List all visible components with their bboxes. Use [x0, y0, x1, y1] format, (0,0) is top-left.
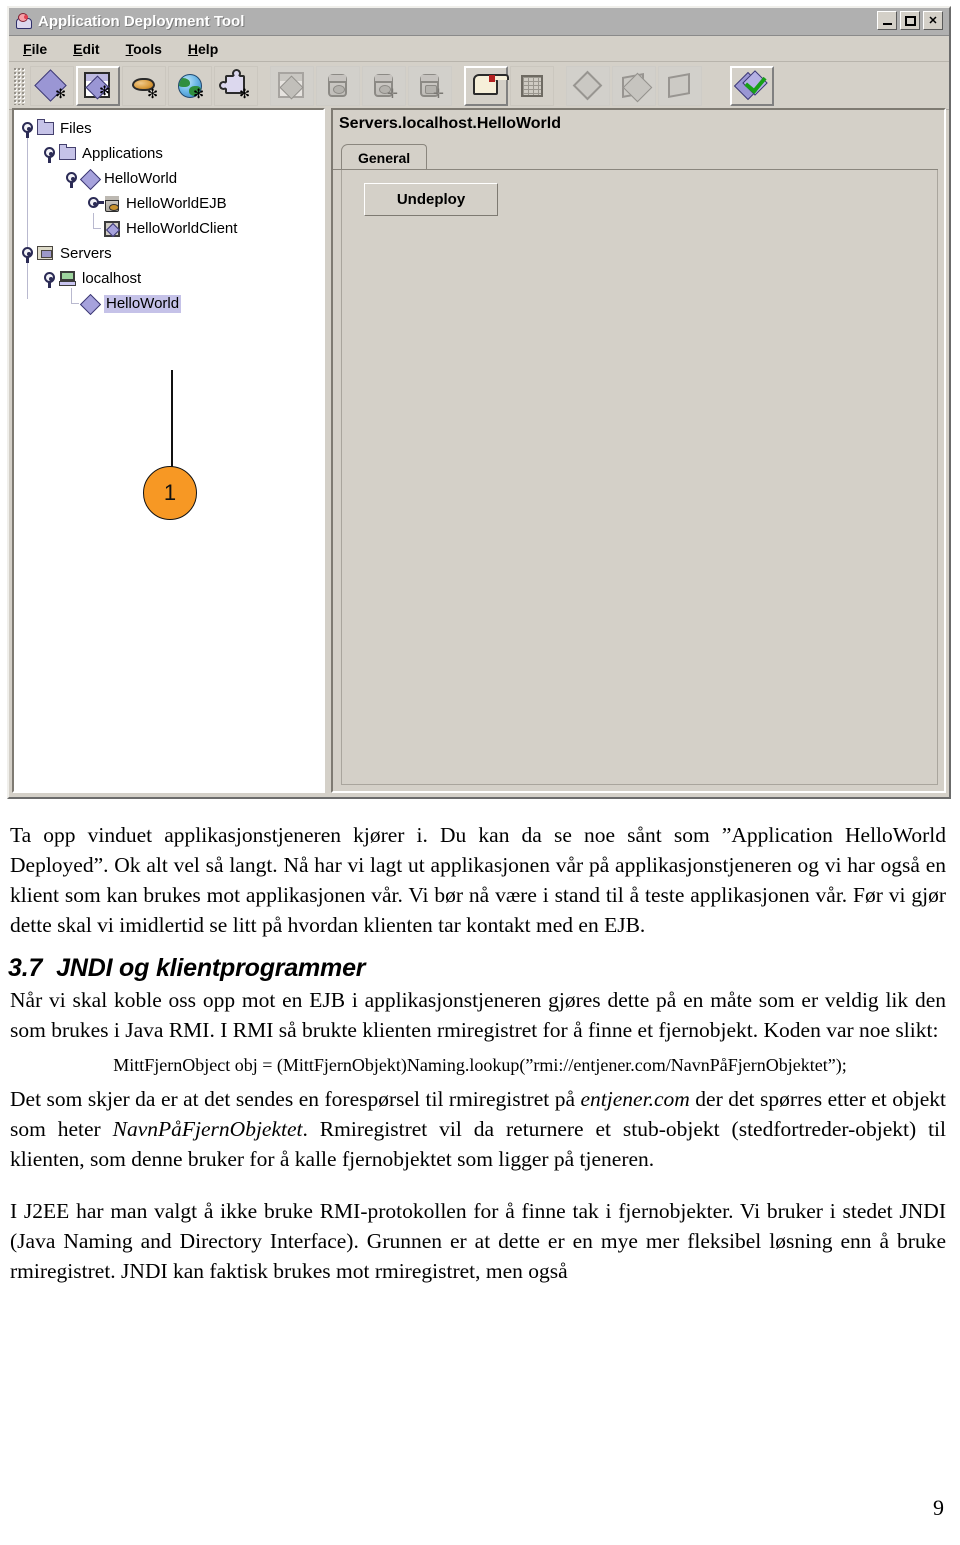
paragraph-3-part-a: Det som skjer da er at det sendes en for…: [10, 1087, 581, 1111]
section-heading: 3.7 JNDI og klientprogrammer: [0, 940, 960, 985]
open-folder-icon[interactable]: [464, 65, 509, 106]
expand-handle-icon[interactable]: [66, 172, 79, 188]
emphasis-entjener: entjener.com: [580, 1087, 690, 1111]
section-title: JNDI og klientprogrammer: [56, 954, 366, 982]
tree-node-servers[interactable]: Servers: [22, 241, 323, 266]
toolbar-drag-handle[interactable]: [13, 66, 26, 105]
add-ejb-jar-plus-icon: ✛: [362, 65, 406, 106]
main-content: Files Applications HelloWorld HelloWorld…: [12, 108, 946, 793]
detail-panel-title: Servers.localhost.HelloWorld: [339, 115, 561, 132]
menu-edit[interactable]: Edit: [73, 41, 99, 57]
menu-help-rest: elp: [198, 40, 219, 57]
tree-elbow-icon: [88, 213, 101, 235]
section-number: 3.7: [8, 954, 43, 982]
menu-file[interactable]: File: [23, 41, 47, 57]
toolbar-group-file: [463, 65, 555, 106]
menu-help[interactable]: Help: [188, 41, 218, 57]
minimize-button[interactable]: [877, 11, 897, 30]
tree-node-label: Files: [60, 119, 92, 137]
ejb-jar-icon: [102, 195, 122, 213]
tree-node-helloworld-app[interactable]: HelloWorld: [22, 166, 323, 191]
expand-handle-icon[interactable]: [22, 247, 35, 263]
grid-table-icon[interactable]: [510, 65, 554, 106]
expand-handle-icon[interactable]: [22, 122, 35, 138]
host-icon: [58, 270, 78, 288]
application-window: Application Deployment Tool ✕ File Edit …: [7, 6, 951, 799]
expand-handle-icon[interactable]: [44, 147, 57, 163]
paragraph-2: Når vi skal koble oss opp mot en EJB i a…: [10, 988, 946, 1042]
tree-node-label: Applications: [82, 144, 163, 162]
deploy-module-icon: [612, 65, 656, 106]
tabstrip: General: [341, 144, 938, 170]
new-web-component-icon[interactable]: ✻: [168, 65, 212, 106]
add-ejb-jar-icon: [316, 65, 360, 106]
deploy-tag-icon: [566, 65, 610, 106]
tree-node-files[interactable]: Files: [22, 116, 323, 141]
menu-file-rest: ile: [31, 40, 48, 57]
toolbar: ✻ ✻ ✻ ✻ ✻ ✛ ✛: [9, 62, 949, 110]
window-controls: ✕: [877, 11, 943, 30]
maximize-button[interactable]: [900, 11, 920, 30]
menu-tools[interactable]: Tools: [126, 41, 162, 57]
tree-node-label: HelloWorldClient: [126, 219, 238, 237]
tree-node-localhost[interactable]: localhost: [22, 266, 323, 291]
tree-panel[interactable]: Files Applications HelloWorld HelloWorld…: [12, 108, 325, 793]
duke-coffee-icon: [13, 12, 33, 31]
menubar: File Edit Tools Help: [9, 36, 949, 62]
verifier-icon[interactable]: [730, 65, 774, 106]
diamond-app-icon: [79, 293, 102, 315]
add-to-application-icon: [270, 65, 314, 106]
undeploy-button[interactable]: Undeploy: [364, 183, 498, 216]
window-titlebar: Application Deployment Tool ✕: [9, 8, 949, 36]
new-enterprise-bean-icon[interactable]: ✻: [122, 65, 166, 106]
paragraph-3: Det som skjer da er at det sendes en for…: [0, 1084, 960, 1174]
diamond-app-icon: [79, 168, 102, 190]
tree-node-label: localhost: [82, 269, 142, 287]
tree-node-label: Servers: [60, 244, 112, 262]
tree-node-helloworldclient[interactable]: HelloWorldClient: [22, 213, 323, 241]
callout-marker-1: 1: [143, 466, 197, 520]
tree-node-helloworld-deployed[interactable]: HelloWorld: [22, 288, 323, 316]
tree-node-helloworldejb[interactable]: HelloWorldEJB: [22, 191, 323, 216]
document-body: Ta opp vinduet applikasjonstjeneren kjør…: [0, 820, 960, 1286]
tab-pane-general: Undeploy: [341, 170, 938, 785]
paragraph-1: Ta opp vinduet applikasjonstjeneren kjør…: [10, 823, 946, 937]
close-button[interactable]: ✕: [923, 11, 943, 30]
emphasis-navnpaafjernobjektet: NavnPåFjernObjektet: [112, 1117, 303, 1141]
client-jar-icon: [102, 220, 122, 238]
tab-general[interactable]: General: [341, 144, 428, 170]
add-jar-module-icon: ✛: [408, 65, 452, 106]
paragraph-4: I J2EE har man valgt å ikke bruke RMI-pr…: [10, 1199, 946, 1283]
tree-node-applications[interactable]: Applications: [22, 141, 323, 166]
close-icon: ✕: [928, 15, 938, 27]
tree-elbow-icon: [66, 288, 79, 310]
expand-handle-icon[interactable]: [44, 272, 57, 288]
page-number: 9: [933, 1495, 944, 1520]
detail-panel: Servers.localhost.HelloWorld General Und…: [331, 108, 946, 793]
folder-icon: [58, 143, 78, 163]
tree-node-label: HelloWorldEJB: [126, 194, 227, 212]
folder-icon: [36, 118, 56, 138]
new-application-client-icon[interactable]: ✻: [214, 65, 258, 106]
toolbar-group-verify: [729, 65, 775, 106]
menu-edit-rest: dit: [82, 40, 100, 57]
toolbar-group-add: ✛ ✛: [269, 65, 453, 106]
code-sample: MittFjernObject obj = (MittFjernObjekt)N…: [113, 1055, 847, 1075]
deployment-tree: Files Applications HelloWorld HelloWorld…: [22, 116, 323, 316]
new-application-icon[interactable]: ✻: [30, 65, 74, 106]
menu-tools-rest: ools: [133, 40, 162, 57]
servers-icon: [36, 245, 56, 263]
new-application-file-icon[interactable]: ✻: [76, 65, 120, 106]
callout-leader-line: [171, 370, 173, 470]
tree-node-label-selected: HelloWorld: [104, 294, 182, 313]
collapse-handle-icon[interactable]: [88, 197, 104, 210]
undeploy-icon: [658, 65, 702, 106]
tree-node-label: HelloWorld: [104, 169, 178, 187]
window-title: Application Deployment Tool: [38, 13, 245, 30]
toolbar-group-new: ✻ ✻ ✻ ✻ ✻: [29, 65, 259, 106]
toolbar-group-deploy: [565, 65, 703, 106]
